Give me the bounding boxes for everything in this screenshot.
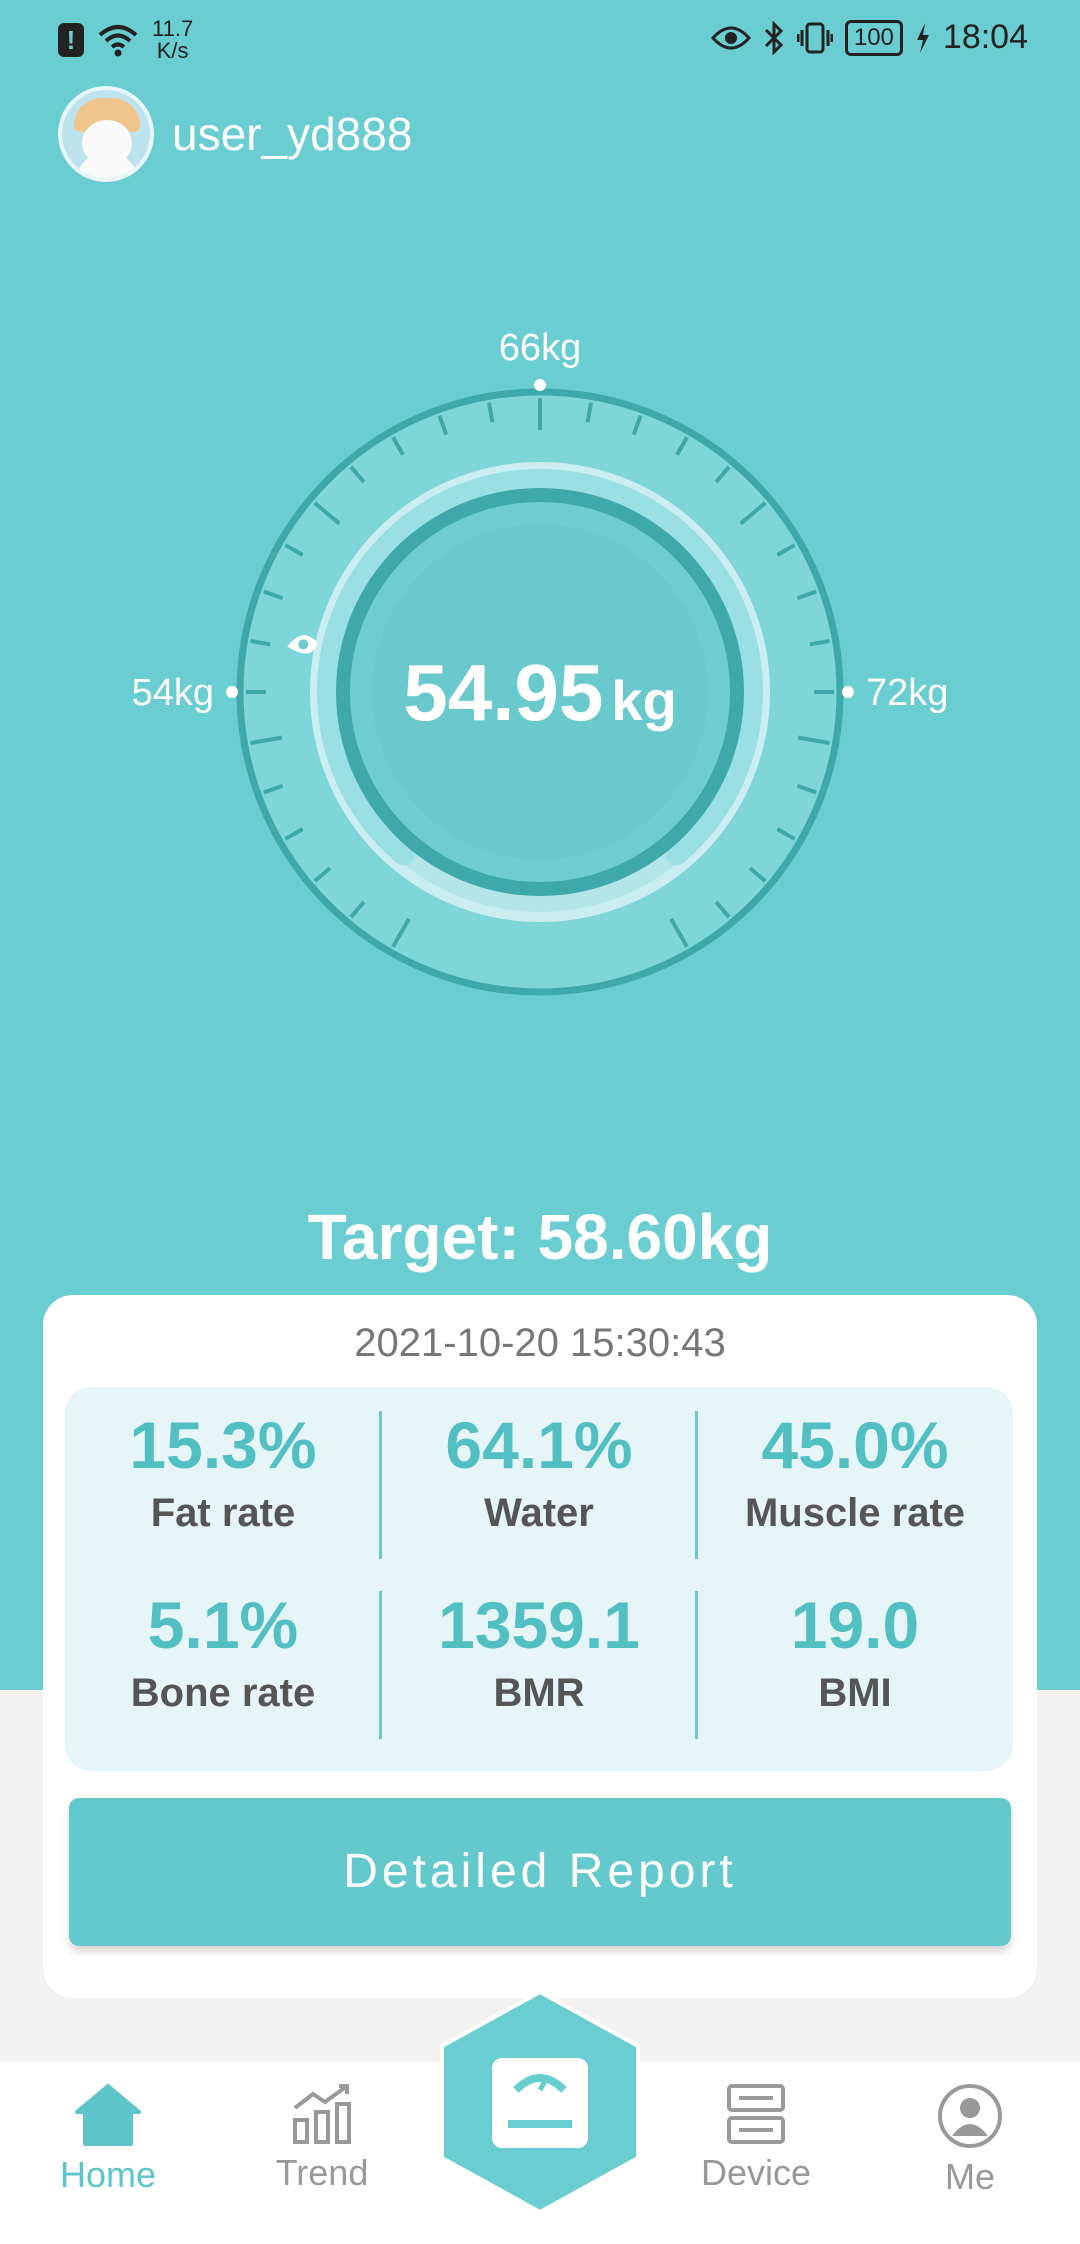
metric-value: 15.3% xyxy=(129,1408,317,1482)
bluetooth-icon xyxy=(764,20,783,55)
home-icon xyxy=(75,2084,141,2146)
battery-indicator: 100 xyxy=(844,19,903,56)
metric-label: BMI xyxy=(818,1671,892,1715)
device-icon xyxy=(727,2084,785,2144)
tab-device[interactable]: Device xyxy=(656,2082,856,2194)
gauge-label-max: 72kg xyxy=(866,672,948,714)
eye-icon xyxy=(710,26,751,49)
metric-value: 19.0 xyxy=(790,1588,920,1662)
tab-me[interactable]: Me xyxy=(870,2082,1070,2198)
measurement-datetime: 2021-10-20 15:30:43 xyxy=(354,1321,726,1365)
metric-muscle-rate[interactable]: 45.0% Muscle rate xyxy=(697,1401,1013,1561)
metric-divider xyxy=(379,1411,382,1559)
weight-value: 54.95 xyxy=(403,648,603,737)
gauge-dot-min xyxy=(226,686,238,698)
avatar-body-shape xyxy=(76,152,138,178)
pointer-dot xyxy=(298,639,309,650)
wifi-icon xyxy=(98,25,138,57)
avatar[interactable] xyxy=(58,86,154,182)
metric-label: Muscle rate xyxy=(744,1491,966,1535)
metric-divider xyxy=(379,1591,382,1739)
tab-label: Trend xyxy=(275,2152,369,2193)
metric-bone-rate[interactable]: 5.1% Bone rate xyxy=(65,1581,381,1741)
gauge-dot-max xyxy=(842,686,854,698)
weight-unit: kg xyxy=(611,669,676,732)
network-speed-unit: K/s xyxy=(156,38,189,63)
weigh-button[interactable] xyxy=(438,1990,642,2214)
vibrate-icon xyxy=(796,22,833,53)
measurement-card: 2021-10-20 15:30:43 15.3% Fat rate 64.1%… xyxy=(43,1295,1037,1998)
metric-value: 64.1% xyxy=(445,1408,633,1482)
user-profile-icon xyxy=(938,2084,1002,2148)
tab-trend[interactable]: Trend xyxy=(222,2082,422,2194)
tab-label: Device xyxy=(700,2152,812,2193)
scale-icon xyxy=(492,2058,588,2148)
network-speed-value: 11.7 xyxy=(152,16,194,41)
target-weight: Target: 58.60kg xyxy=(307,1201,773,1273)
metric-value: 45.0% xyxy=(761,1408,949,1482)
metric-label: Water xyxy=(484,1491,594,1535)
metric-value: 5.1% xyxy=(147,1588,299,1662)
gauge-label-min: 54kg xyxy=(132,672,214,714)
user-profile[interactable]: user_yd888 xyxy=(58,86,412,182)
metric-label: Fat rate xyxy=(150,1491,296,1535)
tab-home[interactable]: Home xyxy=(8,2082,208,2196)
username: user_yd888 xyxy=(172,108,413,160)
metric-value: 1359.1 xyxy=(438,1588,640,1662)
status-bar: ! 11.7 K/s 100 18:04 xyxy=(0,0,1080,80)
metric-divider xyxy=(695,1591,698,1739)
weight-gauge: 66kg 54kg 72kg 54.95 kg xyxy=(132,327,948,996)
gauge-label-mid: 66kg xyxy=(499,327,581,369)
metric-label: Bone rate xyxy=(130,1671,316,1715)
metrics-grid: 15.3% Fat rate 64.1% Water 45.0% Muscle … xyxy=(65,1387,1013,1771)
charging-icon xyxy=(916,22,929,53)
metric-bmi[interactable]: 19.0 BMI xyxy=(697,1581,1013,1741)
network-speed: 11.7 K/s xyxy=(152,18,193,62)
metric-divider xyxy=(695,1411,698,1559)
tab-label: Me xyxy=(944,2156,995,2197)
tab-label: Home xyxy=(59,2154,157,2195)
metric-label: BMR xyxy=(493,1671,585,1715)
metric-bmr[interactable]: 1359.1 BMR xyxy=(381,1581,697,1741)
metric-fat-rate[interactable]: 15.3% Fat rate xyxy=(65,1401,381,1561)
clock-time: 18:04 xyxy=(942,18,1028,56)
metric-water[interactable]: 64.1% Water xyxy=(381,1401,697,1561)
gauge-dot-mid xyxy=(534,379,546,391)
trend-chart-icon xyxy=(293,2084,351,2144)
detailed-report-button[interactable]: Detailed Report xyxy=(69,1798,1011,1946)
alert-icon: ! xyxy=(58,23,84,57)
